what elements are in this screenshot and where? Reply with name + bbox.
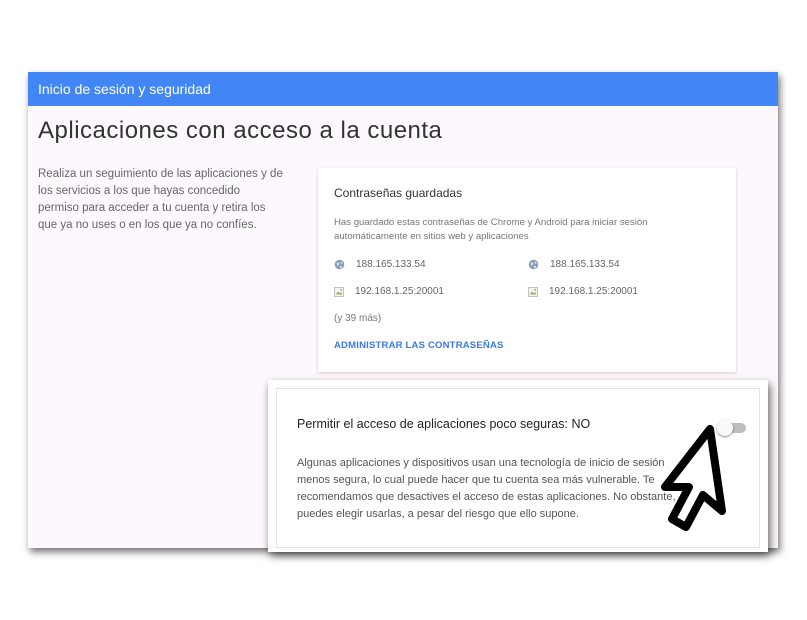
card-description: Has guardado estas contraseñas de Chrome… <box>334 217 648 242</box>
password-entry[interactable]: 192.168.1.25:20001 <box>528 286 638 297</box>
broken-image-icon <box>334 286 344 297</box>
less-secure-apps-description: Algunas aplicaciones y dispositivos usan… <box>297 457 676 520</box>
header-bar: Inicio de sesión y seguridad <box>28 72 778 106</box>
password-entry[interactable]: 192.168.1.25:20001 <box>334 286 444 297</box>
more-count: (y 39 más) <box>334 313 382 324</box>
card-title: Contraseñas guardadas <box>334 186 463 200</box>
password-entry[interactable]: 188.165.133.54 <box>334 259 426 270</box>
globe-icon <box>528 259 539 270</box>
header-title: Inicio de sesión y seguridad <box>38 81 211 97</box>
password-entry[interactable]: 188.165.133.54 <box>528 259 620 270</box>
entry-label: 188.165.133.54 <box>550 259 620 270</box>
saved-passwords-card: Contraseñas guardadas Has guardado estas… <box>318 168 736 372</box>
pointer-cursor-icon <box>661 425 726 531</box>
broken-image-icon <box>528 286 538 297</box>
less-secure-apps-title: Permitir el acceso de aplicaciones poco … <box>297 417 591 431</box>
manage-passwords-link[interactable]: ADMINISTRAR LAS CONTRASEÑAS <box>334 340 504 351</box>
page-title: Aplicaciones con acceso a la cuenta <box>38 117 443 144</box>
page-description: Realiza un seguimiento de las aplicacion… <box>38 168 283 231</box>
entry-label: 192.168.1.25:20001 <box>549 286 638 297</box>
entry-label: 192.168.1.25:20001 <box>355 286 444 297</box>
entry-label: 188.165.133.54 <box>356 259 426 270</box>
globe-icon <box>334 259 345 270</box>
